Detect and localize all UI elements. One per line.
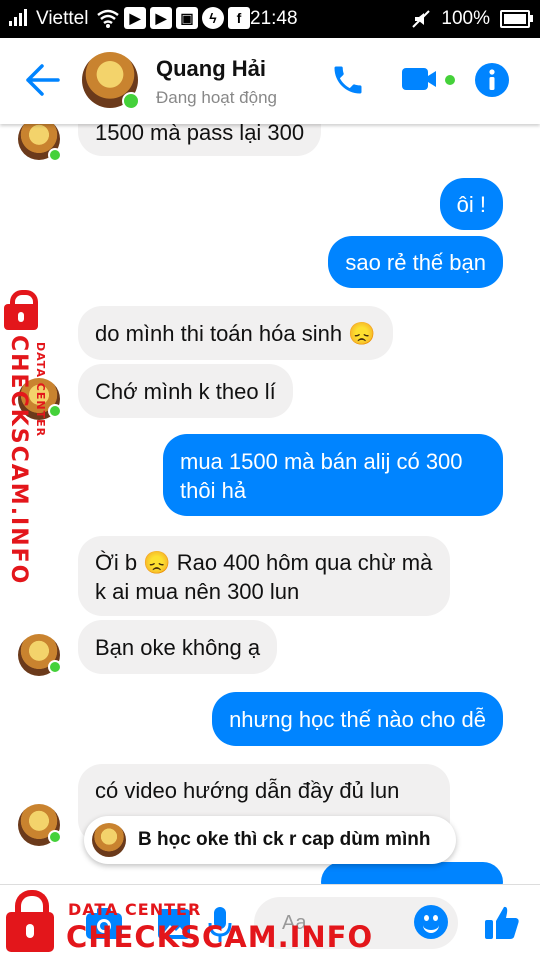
lock-icon xyxy=(4,290,38,330)
message-incoming[interactable]: Chớ mình k theo lí xyxy=(78,364,293,418)
thumbs-up-icon[interactable] xyxy=(482,903,522,943)
message-incoming[interactable]: Ời b 😞 Rao 400 hôm qua chừ mà k ai mua n… xyxy=(78,536,450,616)
message-outgoing[interactable]: nhưng học thế nào cho dễ xyxy=(212,692,503,746)
message-outgoing[interactable]: mua 1500 mà bán alij có 300 thôi hả xyxy=(163,434,503,516)
youtube-icon-2: ▶ xyxy=(150,7,172,29)
message-outgoing[interactable]: sao rẻ thế bạn xyxy=(328,236,503,288)
messenger-icon: ϟ xyxy=(202,7,224,29)
online-indicator xyxy=(122,92,140,110)
battery-percent: 100% xyxy=(441,8,490,29)
battery-icon xyxy=(500,10,533,28)
message-incoming[interactable]: Bạn oke không ạ xyxy=(78,620,278,674)
watermark-text: CHECKSCAM.INFO xyxy=(6,335,31,586)
contact-status: Đang hoạt động xyxy=(156,88,277,107)
preview-avatar xyxy=(92,823,126,857)
online-indicator xyxy=(48,830,62,844)
info-icon[interactable] xyxy=(474,62,510,98)
watermark-bottom: DATA CENTER CHECKSCAM.INFO xyxy=(0,884,372,960)
contact-name[interactable]: Quang Hải xyxy=(156,56,266,82)
online-indicator xyxy=(48,660,62,674)
wifi-icon xyxy=(97,9,119,28)
preview-text: B học oke thì ck r cap dùm mình xyxy=(138,829,431,850)
signal-icon xyxy=(8,9,32,33)
status-bar: Viettel ▶ ▶ ▣ ϟ f 21:48 100% xyxy=(0,0,540,38)
online-indicator xyxy=(48,148,62,162)
conversation-header: Quang Hải Đang hoạt động xyxy=(0,38,540,124)
youtube-icon: ▶ xyxy=(124,7,146,29)
watermark-subtext: DATA CENTER xyxy=(68,900,202,919)
mute-icon xyxy=(412,10,431,28)
carrier-name: Viettel xyxy=(36,8,89,29)
emoji-icon[interactable] xyxy=(414,905,448,939)
message-outgoing[interactable]: ôi ! xyxy=(439,178,503,230)
watermark-side: CHECKSCAM.INFO DATA CENTER xyxy=(2,290,58,585)
message-incoming[interactable]: do mình thi toán hóa sinh 😞 xyxy=(78,306,393,360)
lock-icon xyxy=(6,890,54,952)
clock: 21:48 xyxy=(250,8,298,29)
video-call-icon[interactable] xyxy=(402,66,458,94)
watermark-text: CHECKSCAM.INFO xyxy=(66,920,374,954)
new-message-preview[interactable]: B học oke thì ck r cap dùm mình xyxy=(84,816,456,864)
facebook-icon: f xyxy=(228,7,250,29)
phone-icon[interactable] xyxy=(330,62,366,98)
gallery-icon: ▣ xyxy=(176,7,198,29)
back-arrow-icon[interactable] xyxy=(22,58,62,102)
watermark-subtext: DATA CENTER xyxy=(34,342,47,438)
